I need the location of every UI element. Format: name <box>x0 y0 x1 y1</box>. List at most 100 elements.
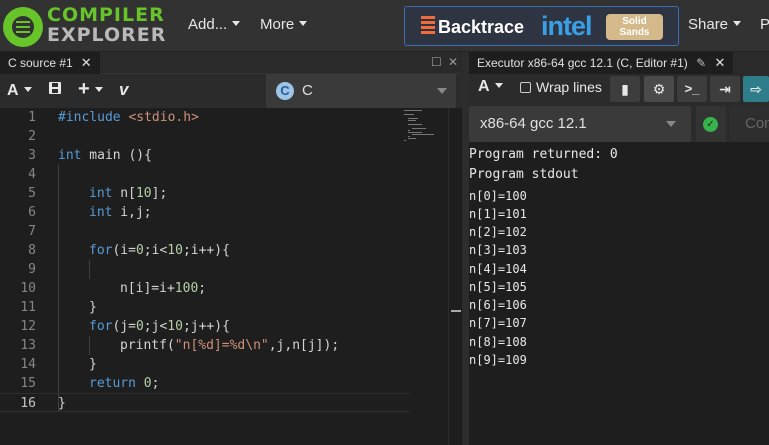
code-token: int <box>58 148 82 163</box>
code-token: ,j,n[j]); <box>268 338 340 353</box>
sponsor-backtrace: Backtrace <box>438 17 525 37</box>
input-arrow-icon[interactable]: ⇥ <box>710 76 740 102</box>
code-line: 6 int i,j; <box>0 203 410 222</box>
stdout-line: n[7]=107 <box>469 316 527 330</box>
code-token: n[i]=i+ <box>120 281 175 296</box>
code-editor[interactable]: 1 #include <stdio.h> 2 3 int main (){ 4 … <box>0 108 462 445</box>
code-token: "n[%d]=%d\n" <box>174 338 269 353</box>
compile-status-button[interactable]: ✓ <box>696 106 726 142</box>
line-number: 7 <box>28 224 36 239</box>
close-pane-icon[interactable]: ✕ <box>448 55 458 69</box>
code-token: for <box>89 319 113 334</box>
backtrace-logo-icon <box>421 16 435 37</box>
stdout-line: n[2]=102 <box>469 225 527 239</box>
compiler-label: x86-64 gcc 12.1 <box>480 115 587 132</box>
maximize-pane-icon[interactable]: ☐ <box>431 55 442 69</box>
editor-tab[interactable]: C source #1 ✕ <box>0 52 100 74</box>
code-token: for <box>89 243 113 258</box>
code-token: } <box>89 357 97 372</box>
code-token: <stdio.h> <box>128 110 199 125</box>
more-menu-button[interactable]: More <box>260 16 307 33</box>
code-token: main (){ <box>81 148 152 163</box>
code-token: ; <box>151 376 160 391</box>
terminal-icon[interactable]: >_ <box>677 76 707 102</box>
code-token: 10 <box>167 243 183 258</box>
stdout-line: n[0]=100 <box>469 189 527 203</box>
code-line: 13 printf("n[%d]=%d\n",j,n[j]); <box>0 336 410 355</box>
solid-label: Solid <box>622 16 647 27</box>
wrap-lines-label: Wrap lines <box>536 79 602 95</box>
font-size-button[interactable]: A <box>7 82 32 100</box>
code-line: 8 for(i=0;i<10;i++){ <box>0 241 410 260</box>
wrap-lines-toggle[interactable]: Wrap lines <box>520 79 602 99</box>
line-number: 8 <box>28 243 36 258</box>
save-icon[interactable] <box>48 81 62 100</box>
line-number: 13 <box>20 338 36 353</box>
program-returned: Program returned: 0 <box>469 147 618 162</box>
code-token: 0 <box>135 319 144 334</box>
line-number: 1 <box>28 110 36 125</box>
code-token: 10 <box>135 186 152 201</box>
code-token: (j= <box>112 319 136 334</box>
close-tab-icon[interactable]: ✕ <box>81 55 92 70</box>
language-select[interactable]: C C <box>266 74 456 108</box>
policies-menu-button[interactable]: P <box>760 16 769 33</box>
code-line: 4 <box>0 165 410 184</box>
code-token: return <box>89 376 136 391</box>
add-new-button[interactable]: + <box>78 78 103 101</box>
code-line: 15 return 0; <box>0 374 410 393</box>
executor-tab[interactable]: Executor x86-64 gcc 12.1 (C, Editor #1) … <box>469 52 734 74</box>
editor-minimap[interactable] <box>402 108 452 148</box>
compiler-options-input[interactable]: Con <box>730 106 769 142</box>
sands-label: Sands <box>619 27 650 38</box>
stdout-line: n[8]=108 <box>469 335 527 349</box>
line-number: 11 <box>20 300 36 315</box>
close-tab-icon[interactable]: ✕ <box>715 55 726 70</box>
line-number: 6 <box>28 205 36 220</box>
gears-icon[interactable]: ⚙ <box>644 76 674 102</box>
code-line: 2 <box>0 127 410 146</box>
code-token: i,j; <box>112 205 152 220</box>
share-menu-button[interactable]: Share <box>688 16 741 33</box>
code-line: 10 n[i]=i+100; <box>0 279 410 298</box>
chevron-down-icon <box>437 88 447 94</box>
sponsor-banner[interactable]: Backtrace intel Solid Sands <box>404 6 679 46</box>
code-token: ]; <box>151 186 168 201</box>
output-arrow-icon[interactable]: ⇨ <box>743 76 769 102</box>
compiler-select[interactable]: x86-64 gcc 12.1 <box>469 106 691 142</box>
edit-pencil-icon[interactable]: ✎ <box>696 56 706 70</box>
logo-text-line1: COMPILER <box>47 4 165 26</box>
code-token: int <box>89 205 113 220</box>
code-line-active: 16 } <box>0 393 410 412</box>
add-menu-button[interactable]: Add... <box>188 16 240 33</box>
code-token: #include <box>58 110 121 125</box>
pane-splitter[interactable] <box>462 52 469 445</box>
vim-mode-icon[interactable]: v <box>119 80 128 100</box>
code-token: ;i< <box>143 243 168 258</box>
stdout-line: n[9]=109 <box>469 353 527 367</box>
compiler-explorer-logo[interactable]: COMPILER EXPLORER <box>3 4 165 47</box>
line-number: 5 <box>28 186 36 201</box>
code-line: 1 #include <stdio.h> <box>0 108 410 127</box>
code-token: (i= <box>112 243 136 258</box>
code-token: ;j++){ <box>182 319 230 334</box>
code-token: 0 <box>143 376 152 391</box>
sponsor-solid-sands: Solid Sands <box>606 14 663 40</box>
code-token: 100 <box>174 281 199 296</box>
checkbox-icon[interactable] <box>520 82 531 93</box>
language-label: C <box>302 82 313 99</box>
chevron-down-icon <box>666 121 676 127</box>
code-token: 10 <box>167 319 183 334</box>
line-number: 9 <box>28 262 36 277</box>
font-size-button[interactable]: A <box>478 78 503 98</box>
logo-icon <box>3 7 43 47</box>
code-token: } <box>58 396 66 411</box>
code-line: 11 } <box>0 298 410 317</box>
editor-scrollbar[interactable] <box>448 108 462 445</box>
book-icon[interactable]: ▮ <box>610 76 640 102</box>
code-token: ;j< <box>143 319 168 334</box>
top-navbar: COMPILER EXPLORER Add... More Backtrace … <box>0 0 769 52</box>
sponsor-intel: intel <box>541 11 593 41</box>
code-line: 5 int n[10]; <box>0 184 410 203</box>
executor-tab-title: Executor x86-64 gcc 12.1 (C, Editor #1) <box>477 56 688 70</box>
